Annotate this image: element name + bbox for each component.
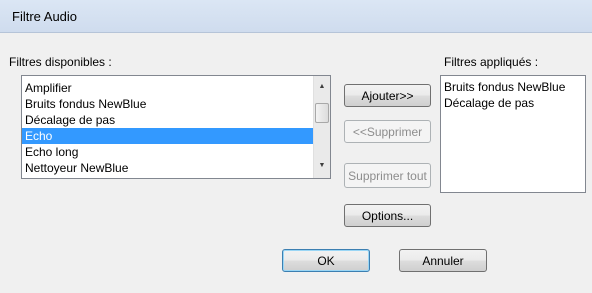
available-filters-list[interactable]: Amplifier Bruits fondus NewBlue Décalage… xyxy=(21,75,331,179)
available-filter-item-selected[interactable]: Echo xyxy=(22,128,330,144)
audio-filter-dialog: Filtre Audio Filtres disponibles : Ampli… xyxy=(0,0,592,293)
applied-filters-list[interactable]: Bruits fondus NewBlue Décalage de pas xyxy=(440,75,586,193)
applied-filter-item[interactable]: Bruits fondus NewBlue xyxy=(441,79,585,95)
available-filter-item[interactable]: Amplifier xyxy=(22,80,330,96)
available-filter-item[interactable]: Nettoyeur NewBlue xyxy=(22,160,330,176)
triangle-down-icon: ▼ xyxy=(318,162,326,169)
scroll-up-arrow[interactable]: ▲ xyxy=(314,78,330,95)
scroll-thumb[interactable] xyxy=(315,103,329,123)
available-filter-item[interactable]: Décalage de pas xyxy=(22,112,330,128)
available-filter-item[interactable]: Bruits fondus NewBlue xyxy=(22,96,330,112)
available-filters-label: Filtres disponibles : xyxy=(9,55,112,69)
options-button[interactable]: Options... xyxy=(344,204,431,227)
remove-button[interactable]: <<Supprimer xyxy=(344,120,431,143)
ok-button[interactable]: OK xyxy=(282,249,370,272)
remove-all-button[interactable]: Supprimer tout xyxy=(344,163,431,188)
cancel-button[interactable]: Annuler xyxy=(399,249,487,272)
available-filter-item[interactable]: Echo long xyxy=(22,144,330,160)
triangle-up-icon: ▲ xyxy=(318,83,326,90)
applied-filter-item[interactable]: Décalage de pas xyxy=(441,95,585,111)
title-bar[interactable]: Filtre Audio xyxy=(0,0,592,33)
applied-filters-label: Filtres appliqués : xyxy=(444,55,539,69)
window-title: Filtre Audio xyxy=(12,9,78,24)
add-button[interactable]: Ajouter>> xyxy=(344,84,431,107)
available-list-scrollbar[interactable]: ▲ ▼ xyxy=(313,76,330,178)
scroll-down-arrow[interactable]: ▼ xyxy=(314,157,330,174)
